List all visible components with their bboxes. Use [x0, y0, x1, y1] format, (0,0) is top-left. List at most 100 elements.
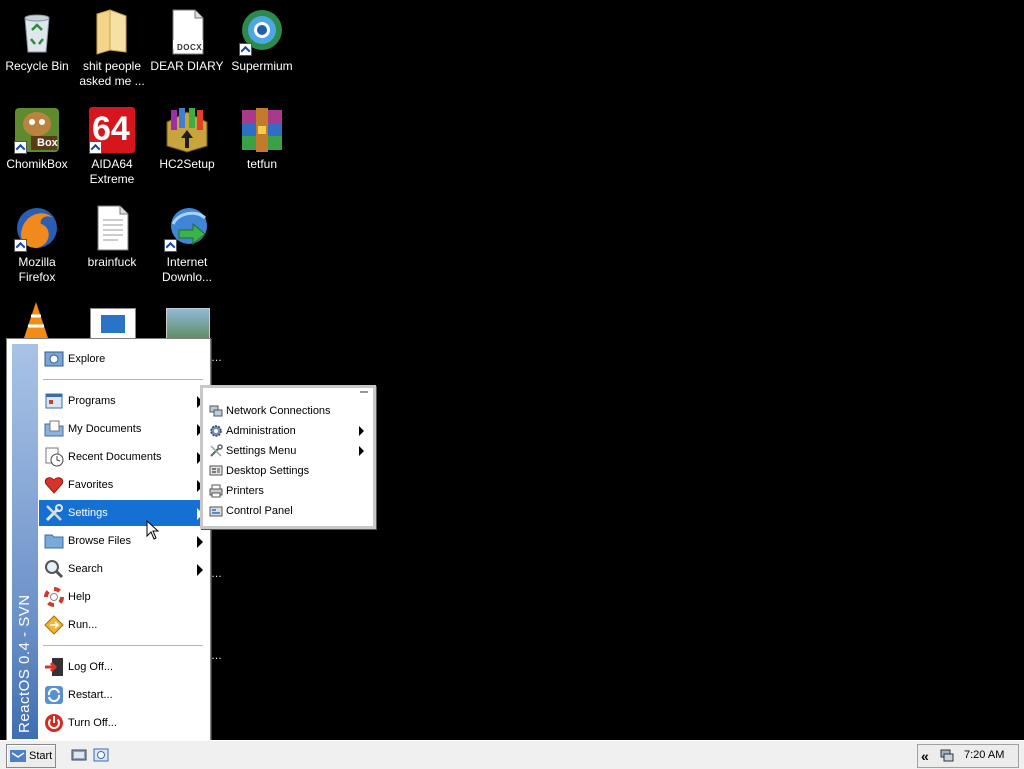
start-logo-icon: [10, 750, 26, 762]
tray-expand-button[interactable]: «: [921, 748, 929, 764]
start-button[interactable]: Start: [6, 744, 56, 768]
chomik-badge: Box: [37, 137, 58, 149]
desktop-icon-label: brainfuck: [87, 255, 137, 269]
settings-tools-icon: [45, 504, 63, 522]
desktop-label-fragment: …: [211, 568, 222, 580]
desktop-icon-image-partial[interactable]: [166, 308, 210, 340]
submenu-item-settings-menu[interactable]: Settings Menu: [203, 441, 370, 461]
menu-item-my-documents[interactable]: My Documents: [39, 416, 205, 442]
docx-badge: DOCX: [177, 43, 203, 52]
desktop-icon-document-partial[interactable]: [90, 308, 136, 340]
settings-menu-icon: [210, 444, 223, 457]
shortcut-arrow-icon: [239, 43, 252, 56]
menu-item-recent-documents[interactable]: Recent Documents: [39, 444, 205, 470]
desktop-label-fragment: …: [211, 650, 222, 662]
explore-icon: [44, 351, 64, 367]
desktop-settings-icon: [209, 465, 223, 476]
desktop-icon-brainfuck[interactable]: brainfuck: [75, 204, 149, 270]
settings-submenu: Network Connections Administration Setti…: [200, 385, 376, 529]
desktop-icon-label: AIDA64 Extreme: [89, 157, 135, 186]
menu-item-browse-files[interactable]: Browse Files: [39, 528, 205, 554]
printer-icon: [209, 484, 223, 498]
vlc-cone-icon: [24, 302, 48, 338]
menu-item-label: My Documents: [68, 423, 142, 435]
menu-item-programs[interactable]: Programs: [39, 388, 205, 414]
menu-item-favorites[interactable]: Favorites: [39, 472, 205, 498]
menu-item-label: Browse Files: [68, 535, 131, 547]
desktop-icon-supermium[interactable]: Supermium: [225, 8, 299, 74]
menu-separator: [43, 379, 203, 381]
desktop-icon-label: HC2Setup: [159, 157, 215, 171]
help-lifebuoy-icon: [44, 587, 64, 607]
recent-documents-icon: [45, 447, 64, 467]
text-file-icon: [88, 204, 136, 252]
menu-item-run[interactable]: Run...: [39, 612, 205, 638]
my-documents-icon: [44, 420, 64, 437]
desktop-label-fragment: …: [211, 352, 222, 364]
browse-files-folder-icon: [44, 534, 64, 549]
submenu-item-administration[interactable]: Administration: [203, 421, 370, 441]
menu-item-label: Restart...: [68, 689, 113, 701]
desktop-icon-label: Supermium: [231, 59, 293, 73]
menu-item-label: Recent Documents: [68, 451, 162, 463]
submenu-item-label: Desktop Settings: [226, 465, 310, 477]
banner-text: ReactOS 0.4 - SVN: [16, 594, 33, 733]
menu-item-label: Programs: [68, 395, 116, 407]
menu-item-settings[interactable]: Settings: [39, 500, 205, 526]
desktop-icon-label: Mozilla Firefox: [18, 255, 56, 284]
administration-gear-icon: [210, 425, 222, 437]
submenu-item-desktop-settings[interactable]: Desktop Settings: [203, 461, 370, 481]
menu-item-label: Turn Off...: [68, 717, 117, 729]
programs-icon: [45, 393, 63, 409]
submenu-item-control-panel[interactable]: Control Panel: [203, 501, 370, 521]
desktop-icon-tetfun[interactable]: tetfun: [225, 106, 299, 172]
submenu-arrow-icon: [197, 536, 203, 548]
submenu-item-network-connections[interactable]: Network Connections: [203, 401, 370, 421]
submenu-arrow-icon: [359, 426, 364, 436]
clock[interactable]: 7:20 AM: [964, 749, 1004, 761]
submenu-arrow-icon: [359, 446, 364, 456]
shortcut-arrow-icon: [14, 239, 27, 252]
desktop-icon-mozilla-firefox[interactable]: Mozilla Firefox: [0, 204, 74, 285]
submenu-arrow-icon: [197, 564, 203, 576]
desktop-icon-vlc-partial[interactable]: [22, 302, 50, 338]
desktop-icon-hc2setup[interactable]: HC2Setup: [150, 106, 224, 172]
menu-item-restart[interactable]: Restart...: [39, 682, 205, 708]
turn-off-icon: [45, 714, 63, 732]
menu-item-search[interactable]: Search: [39, 556, 205, 582]
desktop-icon-dear-diary[interactable]: DOCX DEAR DIARY: [150, 8, 224, 74]
taskbar: Start « 7:20 AM: [0, 740, 1024, 769]
desktop-icon-recycle-bin[interactable]: Recycle Bin: [0, 8, 74, 74]
run-icon: [44, 615, 64, 635]
desktop-icon-folder[interactable]: shit people asked me ...: [75, 8, 149, 89]
menu-item-explore[interactable]: Explore: [39, 346, 205, 372]
menu-item-label: Settings: [68, 507, 108, 519]
menu-item-turn-off[interactable]: Turn Off...: [39, 710, 205, 736]
restart-icon: [45, 686, 63, 704]
desktop-icon-chomikbox[interactable]: Box ChomikBox: [0, 106, 74, 172]
desktop-icon-aida64[interactable]: 64 AIDA64 Extreme: [75, 106, 149, 187]
desktop-icon-internet-download-manager[interactable]: Internet Downlo...: [150, 204, 224, 285]
menu-item-help[interactable]: Help: [39, 584, 205, 610]
system-tray: « 7:20 AM: [917, 744, 1019, 768]
menu-item-label: Explore: [68, 353, 106, 365]
winrar-archive-icon: [238, 106, 286, 154]
menu-item-label: Help: [68, 591, 91, 603]
desktop-icon-label: DEAR DIARY: [150, 59, 224, 73]
menu-item-label: Favorites: [68, 479, 114, 491]
network-connections-icon: [209, 405, 223, 417]
submenu-item-label: Settings Menu: [226, 445, 297, 457]
menu-item-label: Run...: [68, 619, 98, 631]
favorites-heart-icon: [44, 477, 64, 494]
folder-icon: [88, 8, 136, 56]
network-status-icon[interactable]: [940, 749, 954, 762]
submenu-item-printers[interactable]: Printers: [203, 481, 370, 501]
desktop-icon-label: Recycle Bin: [5, 59, 69, 73]
menu-item-log-off[interactable]: Log Off...: [39, 654, 205, 680]
submenu-item-label: Control Panel: [226, 505, 293, 517]
show-desktop-icon[interactable]: [70, 746, 88, 764]
shortcut-arrow-icon: [14, 141, 27, 154]
submenu-grip: [360, 391, 368, 393]
explorer-quicklaunch-icon[interactable]: [92, 746, 110, 764]
start-button-label: Start: [29, 750, 53, 762]
